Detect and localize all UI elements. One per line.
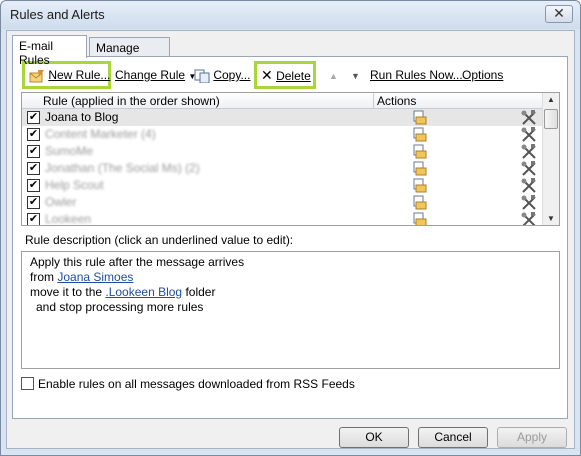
description-folder-suffix: folder	[182, 285, 216, 299]
rule-enabled-checkbox[interactable]: ✔	[27, 213, 40, 225]
options-label: Options	[462, 68, 504, 82]
scroll-down-icon[interactable]: ▼	[547, 214, 555, 223]
description-line-4: and stop processing more rules	[36, 300, 204, 314]
rss-option-label: Enable rules on all messages downloaded …	[38, 377, 355, 391]
close-icon: ✕	[553, 5, 565, 21]
rule-name: Help Scout	[45, 178, 104, 192]
rule-row[interactable]: ✔ SumoMe	[22, 143, 543, 160]
run-rules-now-label: Run Rules Now...	[370, 68, 463, 82]
rule-name: SumoMe	[45, 144, 94, 158]
rule-name: Content Marketer (4)	[45, 127, 156, 141]
description-line-3: move it to the .Lookeen Blog folder	[30, 285, 551, 300]
rule-enabled-checkbox[interactable]: ✔	[27, 111, 40, 124]
rules-list-header: Rule (applied in the order shown) Action…	[22, 93, 543, 109]
tab-email-rules[interactable]: E-mail Rules	[12, 35, 87, 67]
tab-manage-alerts[interactable]: Manage Alerts	[89, 37, 170, 69]
title-bar: Rules and Alerts ✕	[1, 1, 580, 29]
rss-option[interactable]: Enable rules on all messages downloaded …	[21, 377, 355, 391]
run-rules-now-button[interactable]: Run Rules Now...	[370, 65, 463, 85]
rule-enabled-checkbox[interactable]: ✔	[27, 196, 40, 209]
sender-link[interactable]: Joana Simoes	[57, 270, 133, 284]
description-move-prefix: move it to the	[30, 285, 106, 299]
rule-name: Joana to Blog	[45, 110, 119, 124]
email-rules-panel: New Rule... Change Rule ▼ Copy... ✕ Dele…	[12, 56, 568, 419]
change-rule-button[interactable]: Change Rule ▼	[115, 65, 196, 85]
rule-row[interactable]: ✔ Content Marketer (4)	[22, 126, 543, 143]
rule-name: Owler	[45, 195, 77, 209]
new-rule-icon	[29, 69, 44, 83]
close-button[interactable]: ✕	[545, 5, 573, 23]
scroll-thumb[interactable]	[544, 109, 558, 129]
delete-label: Delete	[276, 69, 311, 83]
dialog-client: E-mail Rules Manage Alerts New Rule... C…	[6, 30, 575, 449]
new-rule-label: New Rule...	[48, 68, 111, 82]
change-rule-label: Change Rule	[115, 68, 186, 82]
rules-list: Rule (applied in the order shown) Action…	[21, 92, 560, 226]
delete-button[interactable]: ✕ Delete	[261, 65, 311, 85]
rule-enabled-checkbox[interactable]: ✔	[27, 179, 40, 192]
move-down-icon: ▼	[351, 71, 360, 81]
rule-row[interactable]: ✔ Help Scout	[22, 177, 543, 194]
column-header-actions[interactable]: Actions	[377, 94, 416, 108]
scroll-up-icon[interactable]: ▲	[547, 95, 555, 104]
copy-label: Copy...	[213, 68, 251, 82]
rule-row[interactable]: ✔ Jonathan (The Social Ms) (2)	[22, 160, 543, 177]
rule-action-icon	[411, 211, 427, 225]
rule-enabled-checkbox[interactable]: ✔	[27, 128, 40, 141]
column-header-rule[interactable]: Rule (applied in the order shown)	[43, 94, 220, 108]
rule-row[interactable]: ✔ Joana to Blog	[22, 109, 543, 126]
delete-icon: ✕	[261, 67, 273, 83]
column-divider	[373, 93, 374, 109]
rule-description-box: Apply this rule after the message arrive…	[21, 251, 560, 369]
rule-name: Lookeen	[45, 212, 92, 226]
rule-row[interactable]: ✔ Owler	[22, 194, 543, 211]
rule-tools-icon	[520, 211, 538, 225]
copy-icon	[194, 69, 210, 83]
folder-link[interactable]: .Lookeen Blog	[105, 285, 182, 299]
copy-button[interactable]: Copy...	[194, 65, 250, 85]
window-title: Rules and Alerts	[10, 7, 105, 22]
rule-enabled-checkbox[interactable]: ✔	[27, 162, 40, 175]
options-button[interactable]: Options	[462, 65, 503, 85]
new-rule-button[interactable]: New Rule...	[29, 65, 110, 85]
description-line-1: Apply this rule after the message arrive…	[30, 255, 245, 269]
description-from-prefix: from	[30, 270, 58, 284]
rules-toolbar: New Rule... Change Rule ▼ Copy... ✕ Dele…	[17, 61, 562, 89]
ok-button[interactable]: OK	[339, 427, 409, 448]
move-up-button[interactable]: ▲	[329, 65, 338, 85]
rule-row[interactable]: ✔ Lookeen	[22, 211, 543, 226]
move-up-icon: ▲	[329, 71, 338, 81]
rule-description-label: Rule description (click an underlined va…	[25, 233, 294, 247]
cancel-button[interactable]: Cancel	[418, 427, 488, 448]
rule-enabled-checkbox[interactable]: ✔	[27, 145, 40, 158]
move-down-button[interactable]: ▼	[351, 65, 360, 85]
rules-and-alerts-window: Rules and Alerts ✕ E-mail Rules Manage A…	[0, 0, 581, 456]
description-line-2: from Joana Simoes	[30, 270, 551, 285]
rules-scrollbar[interactable]: ▲ ▼	[542, 93, 559, 225]
rule-name: Jonathan (The Social Ms) (2)	[45, 161, 200, 175]
apply-button[interactable]: Apply	[497, 427, 567, 448]
rss-checkbox[interactable]	[21, 377, 34, 390]
